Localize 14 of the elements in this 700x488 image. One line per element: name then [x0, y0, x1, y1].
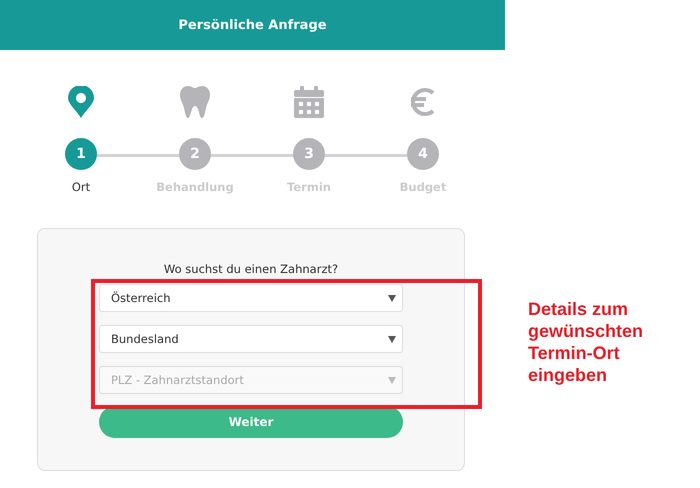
caret-icon — [388, 294, 396, 302]
step-number[interactable]: 4 — [407, 138, 439, 170]
next-button[interactable]: Weiter — [99, 406, 403, 438]
step-number[interactable]: 1 — [65, 138, 97, 170]
dropdown[interactable]: Bundesland — [99, 325, 403, 353]
dropdown[interactable]: Österreich — [99, 284, 403, 312]
form-question: Wo suchst du einen Zahnarzt? — [164, 262, 338, 276]
caret-icon — [388, 376, 396, 384]
page-header: Persönliche Anfrage — [0, 0, 505, 50]
step-label: Ort — [72, 180, 90, 194]
step-number[interactable]: 3 — [293, 138, 325, 170]
annotation-text: Details zum gewünschten Termin-Ort eingeben — [528, 298, 644, 386]
caret-icon — [388, 336, 396, 342]
step-number[interactable]: 2 — [179, 138, 211, 170]
